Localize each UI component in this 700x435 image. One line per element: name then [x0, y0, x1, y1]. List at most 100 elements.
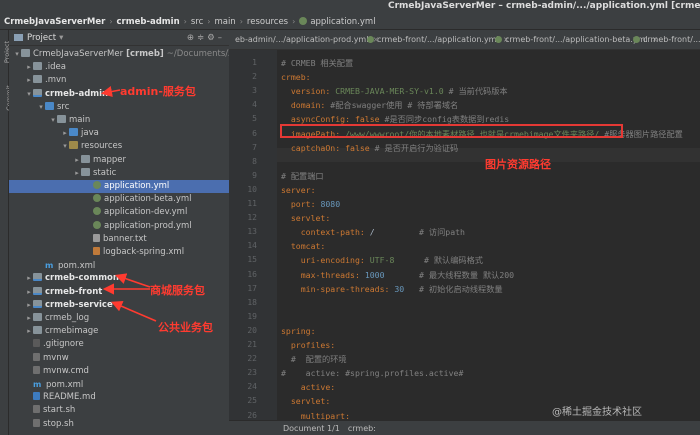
line-number: 18 [247, 297, 257, 307]
tree-item[interactable]: ▸ java [9, 127, 229, 140]
project-panel-title[interactable]: Project [27, 33, 56, 43]
breadcrumb-item[interactable]: resources [247, 14, 288, 29]
code-line: tomcat: [281, 239, 326, 253]
gear-icon[interactable]: ⚙ [207, 33, 218, 43]
breadcrumb: CrmebJavaServerMer › crmeb-admin › src › main ›… [0, 13, 700, 30]
tree-item[interactable]: ▾ resources [9, 140, 229, 153]
code-token: max-threads: [281, 269, 365, 280]
tree-item[interactable]: ▸ mapper [9, 154, 229, 167]
breadcrumb-item[interactable]: CrmebJavaServerMer [4, 14, 105, 29]
tree-item[interactable]: mvnw.cmd [9, 365, 229, 378]
dropdown-icon[interactable]: ▾ [59, 33, 63, 43]
chevron-right-icon[interactable]: ▸ [25, 312, 33, 325]
chevron-down-icon[interactable]: ▾ [61, 140, 69, 153]
editor-tab[interactable]: crmeb-front/.../application× [629, 30, 700, 49]
code-token: # 最大线程数量 默认200 [384, 269, 515, 280]
line-number: 16 [247, 269, 257, 279]
chevron-right-icon[interactable]: ▸ [73, 167, 81, 180]
folder-icon [57, 115, 66, 123]
tree-item[interactable]: application-dev.yml [9, 206, 229, 219]
chevron-down-icon[interactable]: ▾ [37, 101, 45, 114]
tree-item[interactable]: README.md [9, 391, 229, 404]
chevron-down-icon[interactable]: ▾ [25, 88, 33, 101]
tree-item-label: java [81, 128, 99, 139]
tree-item[interactable]: ▸ .mvn [9, 74, 229, 87]
code-token: profiles: [281, 340, 336, 350]
yaml-file-icon [495, 36, 502, 43]
tree-item[interactable]: m pom.xml [9, 378, 229, 391]
tree-item[interactable]: banner.txt [9, 233, 229, 246]
project-icon [14, 34, 23, 41]
chevron-right-icon[interactable]: ▸ [25, 286, 33, 299]
line-number: 12 [247, 213, 257, 223]
code-line: captchaOn: false # 是否开启行为验证码 [281, 141, 458, 155]
tree-item[interactable]: logback-spring.xml [9, 246, 229, 259]
editor-tab[interactable]: eb-admin/.../application-prod.yml × [231, 30, 379, 49]
line-number: 3 [252, 86, 257, 96]
code-token: # 配置的环境 [281, 354, 347, 365]
chevron-right-icon[interactable]: ▸ [25, 74, 33, 87]
code-token: context-path: [281, 227, 370, 238]
tree-item[interactable]: m pom.xml [9, 259, 229, 272]
tree-item[interactable]: ▸ static [9, 167, 229, 180]
shell-file-icon [33, 352, 40, 361]
document-indicator[interactable]: Document 1/1 [283, 424, 340, 433]
tree-item[interactable]: .gitignore [9, 338, 229, 351]
project-toolbar: ⊕≑⚙– [187, 30, 225, 46]
chevron-right-icon[interactable]: ▸ [25, 299, 33, 312]
tree-item-label: static [93, 167, 117, 178]
chevron-right-icon[interactable]: ▸ [73, 154, 81, 167]
chevron-right-icon[interactable]: ▸ [25, 272, 33, 285]
tab-label: crmeb-front/.../application-beta.yml [505, 35, 648, 44]
tree-item[interactable]: ▾ crmeb-admin [9, 88, 229, 101]
editor-tab[interactable]: crmeb-front/.../application.yml × [363, 30, 509, 49]
module-icon [33, 273, 42, 282]
tree-item[interactable]: ▾ src [9, 101, 229, 114]
line-number: 25 [247, 396, 257, 406]
tree-item-label: application.yml [104, 181, 170, 191]
tree-item[interactable]: application-beta.yml [9, 193, 229, 206]
editor-breadcrumb-bar: Document 1/1 crmeb: [229, 420, 700, 435]
tree-item[interactable]: start.sh [9, 404, 229, 417]
chevron-right-icon[interactable]: ▸ [61, 127, 69, 140]
code-area[interactable]: # CRMEB 相关配置 crmeb: version: CRMEB-JAVA-M… [277, 50, 700, 435]
line-number: 21 [247, 340, 257, 349]
project-path: ~/Documents/Z [166, 49, 229, 59]
code-token: multipart: [281, 410, 351, 421]
folder-icon [81, 167, 90, 176]
breadcrumb-item[interactable]: application.yml [299, 14, 376, 29]
expand-icon[interactable]: ⊕ [187, 33, 197, 43]
chevron-down-icon[interactable]: ▾ [49, 114, 57, 127]
code-line: crmeb: [281, 70, 311, 84]
breadcrumb-label: application.yml [310, 17, 376, 27]
tree-item[interactable]: ▸ crmeb-service [9, 299, 229, 312]
breadcrumb-item[interactable]: src [191, 14, 203, 29]
breadcrumb-separator: › [183, 17, 187, 26]
tree-item[interactable]: ▾ CrmebJavaServerMer [crmeb] ~/Documents/Z [9, 48, 229, 61]
tree-item[interactable]: mvnw [9, 352, 229, 365]
breadcrumb-item[interactable]: main [214, 14, 235, 29]
tree-item[interactable]: stop.sh [9, 418, 229, 431]
yaml-file-icon [93, 181, 101, 189]
tree-item[interactable]: application-prod.yml [9, 220, 229, 233]
tree-item[interactable]: application.yml [9, 180, 229, 193]
hide-icon[interactable]: – [218, 33, 225, 43]
code-line: # active: #spring.profiles.active# [281, 366, 463, 380]
chevron-right-icon[interactable]: ▸ [25, 325, 33, 338]
tree-item-label: pom.xml [46, 380, 84, 390]
folder-icon [33, 326, 42, 335]
breadcrumb-item[interactable]: crmeb-admin [117, 14, 180, 29]
gitignore-file-icon [33, 339, 40, 348]
code-token: domain: [281, 100, 331, 111]
yaml-path[interactable]: crmeb: [348, 424, 376, 433]
tree-item[interactable]: ▾ main [9, 114, 229, 127]
chevron-down-icon[interactable]: ▾ [13, 48, 21, 61]
code-token: servlet: [281, 213, 331, 224]
mall-annotation: 商城服务包 [150, 284, 205, 297]
chevron-right-icon[interactable]: ▸ [25, 61, 33, 74]
tree-item-label: application-beta.yml [104, 194, 192, 205]
collapse-icon[interactable]: ≑ [197, 33, 207, 43]
tree-item[interactable]: ▸ .idea [9, 61, 229, 74]
code-line: spring: [281, 324, 316, 338]
shell-file-icon [33, 365, 40, 374]
